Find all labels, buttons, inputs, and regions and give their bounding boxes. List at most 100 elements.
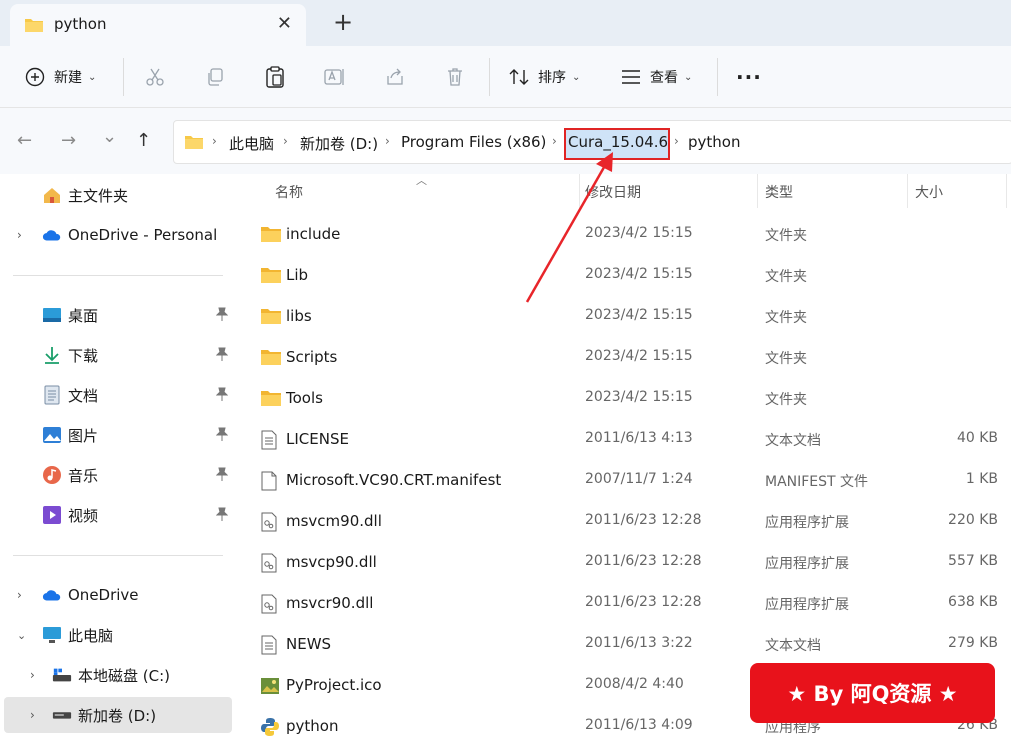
scissors-icon [144,66,166,88]
new-button[interactable]: 新建 ⌄ [24,46,96,108]
new-tab-button[interactable]: + [330,8,356,36]
blank-file-icon [260,471,282,491]
file-row[interactable]: LICENSE 2011/6/13 4:13 文本文档 40 KB [236,420,1011,461]
rename-button[interactable] [324,46,346,108]
chevron-right-icon[interactable]: › [30,668,35,682]
share-button[interactable] [384,46,406,108]
file-size: 279 KB [948,635,998,651]
sidebar-item-videos[interactable]: 视频 [0,497,236,533]
column-divider[interactable] [907,174,908,208]
copy-button[interactable] [204,46,226,108]
sort-button[interactable]: 排序 ⌄ [508,46,580,108]
file-row[interactable]: Tools 2023/4/2 15:15 文件夹 [236,379,1011,420]
breadcrumb-drive-d[interactable]: 新加卷 (D:) [300,133,378,154]
file-row[interactable]: msvcp90.dll 2011/6/23 12:28 应用程序扩展 557 KB [236,543,1011,584]
delete-button[interactable] [444,46,466,108]
cut-button[interactable] [144,46,166,108]
dll-file-icon [260,512,282,532]
file-name: NEWS [286,635,332,653]
breadcrumb-cura[interactable]: Cura_15.04.6 [568,133,668,151]
chevron-down-icon: ⌄ [572,71,581,83]
watermark-badge: ★ By 阿Q资源 ★ [750,663,995,723]
file-row[interactable]: Lib 2023/4/2 15:15 文件夹 [236,256,1011,297]
sidebar-item-downloads[interactable]: 下载 [0,337,236,373]
sidebar-item-onedrive[interactable]: › OneDrive [0,577,236,613]
view-button[interactable]: 查看 ⌄ [620,46,692,108]
add-circle-icon [24,66,46,88]
file-name: Microsoft.VC90.CRT.manifest [286,471,502,489]
column-divider[interactable] [579,174,580,208]
pictures-icon [42,425,62,445]
sidebar-item-label: 音乐 [68,466,99,485]
breadcrumb[interactable]: › 此电脑 › 新加卷 (D:) › Program Files (x86) ›… [173,120,1011,164]
file-size: 40 KB [956,430,998,446]
column-header-name[interactable]: 名称 [275,182,303,202]
chevron-right-icon[interactable]: › [30,708,35,722]
file-date: 2011/6/23 12:28 [585,512,702,528]
breadcrumb-program-files[interactable]: Program Files (x86) [401,133,546,151]
sidebar-item-drive-c[interactable]: › 本地磁盘 (C:) [0,657,236,693]
desktop-icon [42,305,62,325]
pin-icon [215,307,229,324]
chevron-right-icon[interactable]: › [17,228,22,242]
file-row[interactable]: msvcm90.dll 2011/6/23 12:28 应用程序扩展 220 KB [236,502,1011,543]
file-row[interactable]: NEWS 2011/6/13 3:22 文本文档 279 KB [236,625,1011,666]
sidebar-item-home[interactable]: 主文件夹 [0,177,236,213]
divider [13,275,223,276]
up-button[interactable]: ↑ [136,130,151,151]
sidebar-item-desktop[interactable]: 桌面 [0,297,236,333]
drive-icon [52,665,72,685]
more-options-button[interactable]: ··· [736,46,762,108]
column-divider[interactable] [1006,174,1007,208]
file-type: 文件夹 [765,269,807,285]
file-row[interactable]: include 2023/4/2 15:15 文件夹 [236,215,1011,256]
tab-python[interactable]: python ✕ [10,4,306,46]
file-date: 2023/4/2 15:15 [585,389,693,405]
sidebar-item-pictures[interactable]: 图片 [0,417,236,453]
chevron-right-icon: › [283,134,288,148]
file-row[interactable]: libs 2023/4/2 15:15 文件夹 [236,297,1011,338]
title-bar: python ✕ + [0,0,1011,46]
sort-ascending-icon: ︿ [416,174,427,187]
file-name: python [286,717,339,735]
file-row[interactable]: Scripts 2023/4/2 15:15 文件夹 [236,338,1011,379]
file-type: 应用程序扩展 [765,515,849,531]
pin-icon [215,387,229,404]
pin-icon [215,347,229,364]
file-date: 2011/6/13 4:09 [585,717,693,733]
sidebar-item-music[interactable]: 音乐 [0,457,236,493]
forward-button[interactable]: → [61,130,76,151]
share-icon [384,66,406,88]
trash-icon [444,66,466,88]
file-type: 文本文档 [765,433,821,449]
file-type: 文件夹 [765,392,807,408]
close-tab-icon[interactable]: ✕ [277,13,292,34]
pin-icon [215,507,229,524]
column-header-type[interactable]: 类型 [765,182,793,202]
sidebar-item-label: OneDrive - Personal [68,226,218,244]
breadcrumb-python[interactable]: python [688,133,740,151]
image-file-icon [260,676,282,696]
tab-title: python [54,15,107,33]
chevron-right-icon[interactable]: › [17,588,22,602]
chevron-down-icon[interactable]: ⌄ [17,629,26,642]
sidebar-item-drive-d[interactable]: › 新加卷 (D:) [4,697,232,733]
column-header-date[interactable]: 修改日期 [585,182,641,202]
chevron-right-icon: › [385,134,390,148]
file-row[interactable]: msvcr90.dll 2011/6/23 12:28 应用程序扩展 638 KB [236,584,1011,625]
breadcrumb-this-pc[interactable]: 此电脑 [229,133,274,154]
sidebar-item-label: 桌面 [68,306,99,325]
column-divider[interactable] [757,174,758,208]
recent-locations-button[interactable]: ⌄ [102,126,117,147]
sort-label: 排序 [538,70,566,86]
sidebar-item-label: 新加卷 (D:) [78,706,157,725]
sidebar-item-this-pc[interactable]: ⌄ 此电脑 [0,617,236,653]
sidebar-item-label: 文档 [68,386,99,405]
pc-icon [42,625,62,645]
paste-button[interactable] [264,46,286,108]
file-row[interactable]: Microsoft.VC90.CRT.manifest 2007/11/7 1:2… [236,461,1011,502]
column-header-size[interactable]: 大小 [915,182,943,202]
back-button[interactable]: ← [17,130,32,151]
sidebar-item-onedrive-personal[interactable]: › OneDrive - Personal [0,217,236,253]
sidebar-item-documents[interactable]: 文档 [0,377,236,413]
